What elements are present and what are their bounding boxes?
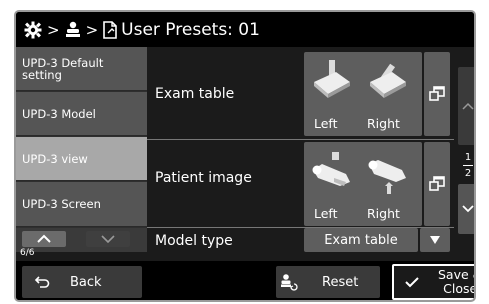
patient-image-popup-button[interactable] [424, 142, 450, 226]
sidebar-item-default-setting[interactable]: UPD-3 Default setting [16, 47, 147, 91]
patient-image-label: Patient image [155, 170, 252, 186]
exam-table-orientation-button[interactable]: Left Right [304, 52, 422, 136]
scroll-page-current: 1 [464, 151, 472, 163]
chevron-up-icon [37, 234, 51, 243]
reset-button-label: Reset [322, 274, 359, 290]
popup-window-icon [429, 86, 445, 101]
exam-table-right-icon [370, 63, 406, 98]
save-and-close-button[interactable]: Save & Close [392, 264, 476, 300]
back-arrow-icon [34, 276, 50, 288]
presets-window: > > User Presets: 01 UPD-3 Default setti… [14, 10, 476, 302]
triangle-down-icon [430, 236, 440, 244]
patient-image-left-label: Left [314, 206, 338, 221]
exam-table-left-label: Left [314, 116, 338, 131]
row-divider [147, 139, 461, 140]
sidebar-item-model[interactable]: UPD-3 Model [16, 92, 147, 136]
page-title: User Presets: 01 [121, 19, 260, 40]
sidebar: UPD-3 Default setting UPD-3 Model UPD-3 … [16, 47, 147, 252]
gear-icon[interactable] [24, 21, 42, 39]
exam-table-label: Exam table [155, 86, 235, 102]
sidebar-item-label: UPD-3 Default setting [22, 55, 104, 82]
sidebar-item-label: UPD-3 Model [22, 106, 96, 121]
header-bar: > > User Presets: 01 [16, 12, 474, 47]
sidebar-up-button[interactable] [22, 231, 66, 247]
fraction-line [463, 164, 473, 166]
model-type-label: Model type [155, 233, 233, 249]
sidebar-nav [16, 228, 147, 252]
sidebar-item-label: UPD-3 view [22, 151, 88, 166]
sidebar-item-view[interactable]: UPD-3 view [16, 137, 147, 181]
breadcrumb-separator: > [47, 20, 60, 39]
scroll-page-indicator: 1 2 [458, 147, 474, 183]
sidebar-item-label: UPD-3 Screen [22, 197, 101, 211]
user-icon[interactable] [65, 21, 81, 39]
document-icon[interactable] [103, 20, 118, 39]
save-and-close-label: Save & Close [438, 267, 476, 296]
patient-image-right-label: Right [367, 206, 400, 221]
breadcrumb-separator: > [85, 20, 99, 39]
sidebar-item-screen[interactable]: UPD-3 Screen [16, 182, 147, 227]
model-type-select[interactable]: Exam table [304, 228, 418, 252]
scroll-down-button[interactable] [458, 184, 474, 234]
chevron-down-icon [462, 205, 474, 213]
chevron-up-icon [462, 102, 474, 110]
patient-image-right-icon [368, 160, 406, 194]
popup-window-icon [429, 176, 445, 191]
user-reset-icon [281, 274, 298, 291]
back-button-label: Back [70, 274, 102, 290]
model-type-dropdown-button[interactable] [420, 228, 450, 252]
exam-table-left-icon [314, 60, 350, 98]
sidebar-page-indicator: 6/6 [20, 248, 35, 258]
patient-image-orientation-button[interactable]: Left Right [304, 142, 422, 226]
back-button[interactable]: Back [22, 266, 142, 298]
sidebar-down-button[interactable] [86, 231, 130, 247]
scroll-page-total: 2 [464, 167, 472, 179]
scroll-up-button[interactable] [458, 67, 474, 145]
chevron-down-icon [101, 235, 115, 244]
exam-table-popup-button[interactable] [424, 52, 450, 136]
patient-image-left-icon [312, 152, 350, 186]
exam-table-right-label: Right [367, 116, 400, 131]
checkmark-icon [405, 277, 419, 288]
reset-button[interactable]: Reset [276, 266, 380, 298]
